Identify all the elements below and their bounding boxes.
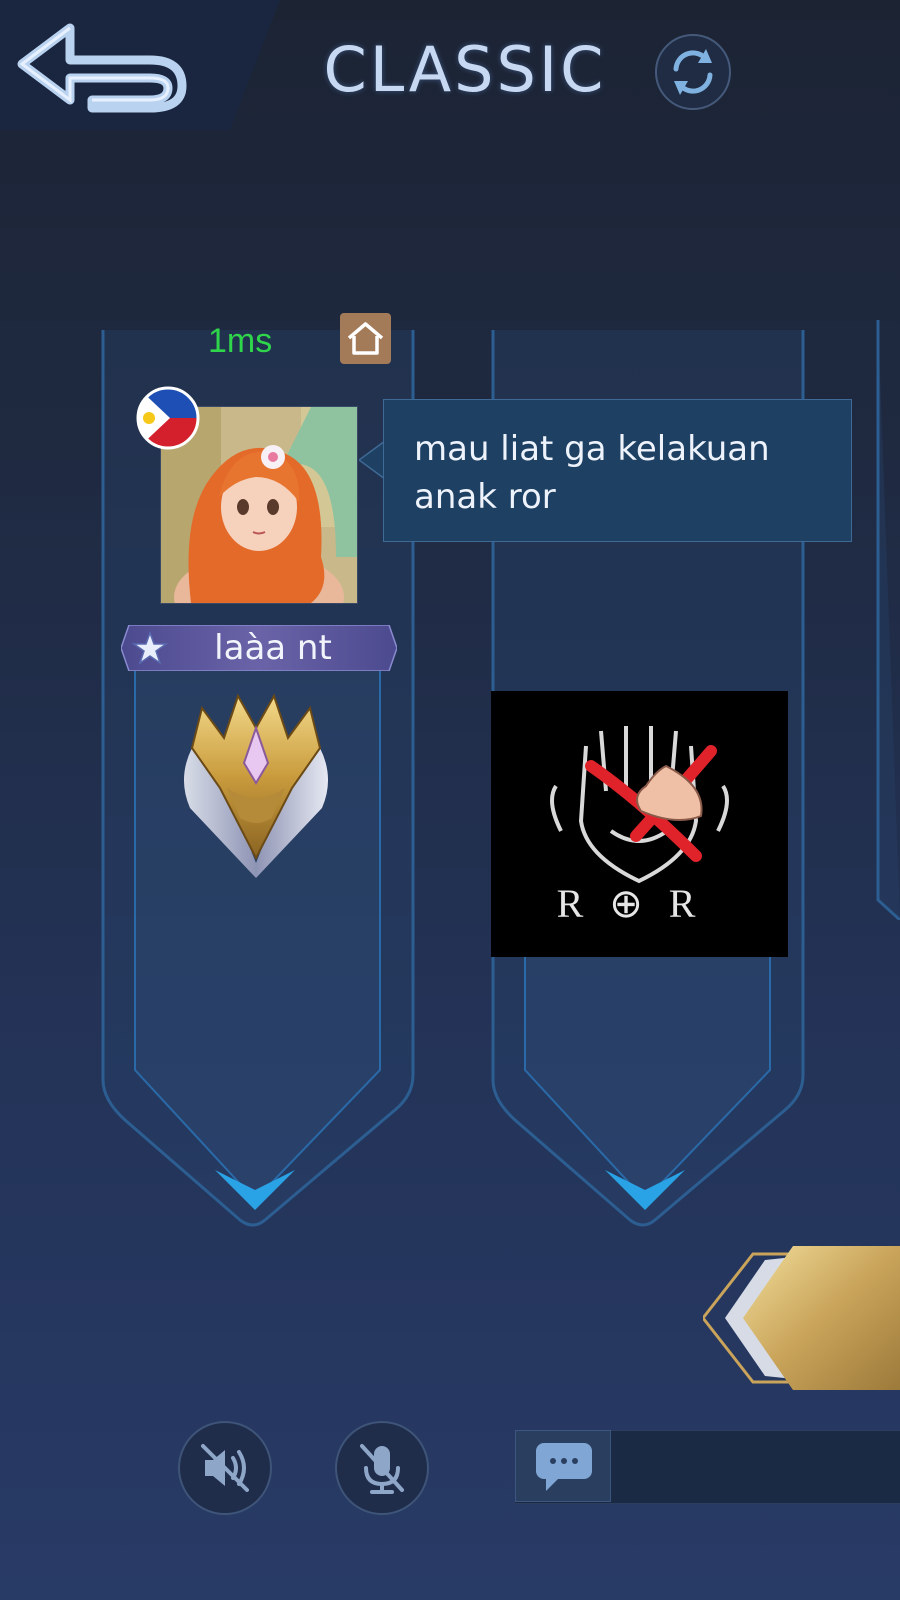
ping-indicator: 1ms: [208, 322, 273, 360]
ror-logo: R⊕R: [491, 691, 788, 957]
chat-bubble-tail: [359, 441, 385, 479]
partial-slot-frame: [876, 320, 900, 920]
philippines-flag-icon: [136, 386, 200, 450]
ready-button[interactable]: [701, 1246, 900, 1390]
home-icon: [347, 322, 384, 355]
chat-bubble-icon: [536, 1443, 592, 1491]
player-name: laàa nt: [214, 628, 332, 668]
chat-message-text: mau liat ga kelakuan anak ror: [414, 429, 770, 517]
back-button[interactable]: [0, 0, 280, 130]
page-title: CLASSIC: [323, 33, 607, 106]
home-button[interactable]: [340, 313, 391, 364]
speaker-toggle-button[interactable]: [177, 1420, 273, 1516]
mic-toggle-button[interactable]: [334, 1420, 430, 1516]
chat-button[interactable]: [515, 1430, 611, 1502]
mythic-rank-emblem-icon: [172, 688, 340, 878]
ror-logo-text: R⊕R: [557, 881, 722, 926]
refresh-button[interactable]: [654, 33, 732, 111]
